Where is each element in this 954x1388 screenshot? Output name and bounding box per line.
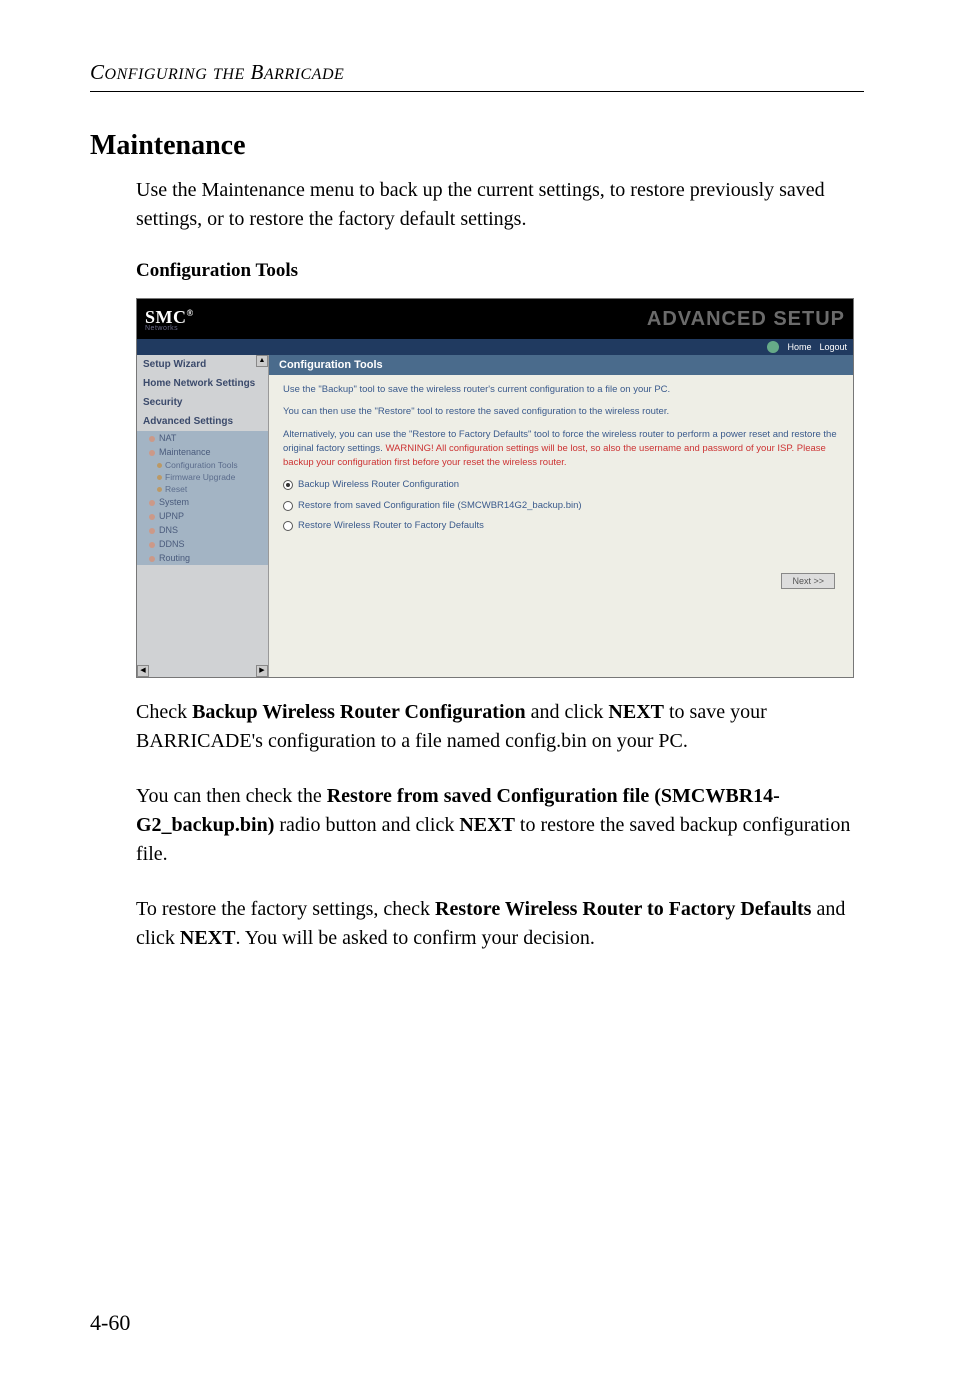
main-line1: Use the "Backup" tool to save the wirele… — [283, 383, 839, 397]
radio-backup[interactable]: Backup Wireless Router Configuration — [283, 478, 839, 492]
para-backup: Check Backup Wireless Router Configurati… — [136, 698, 864, 756]
radio-backup-label: Backup Wireless Router Configuration — [298, 478, 459, 492]
para-factory: To restore the factory settings, check R… — [136, 895, 864, 953]
ss-top-bar: Home Logout — [137, 339, 853, 355]
ss-logo: SMC® — [145, 307, 194, 327]
sidebar-setup-wizard[interactable]: Setup Wizard — [137, 355, 268, 374]
home-icon — [767, 341, 779, 353]
scroll-right-icon[interactable]: ▶ — [256, 665, 268, 677]
ss-sidebar: ▲ Setup Wizard Home Network Settings Sec… — [137, 355, 269, 677]
running-header-text: CONFIGURING THE BARRICADE — [90, 60, 344, 84]
sidebar-config-tools[interactable]: Configuration Tools — [137, 459, 268, 471]
radio-factory[interactable]: Restore Wireless Router to Factory Defau… — [283, 519, 839, 533]
page-number: 4-60 — [90, 1310, 130, 1336]
sidebar-advanced[interactable]: Advanced Settings — [137, 412, 268, 431]
radio-restore[interactable]: Restore from saved Configuration file (S… — [283, 499, 839, 513]
running-header: CONFIGURING THE BARRICADE — [90, 60, 864, 85]
sidebar-routing[interactable]: Routing — [137, 551, 268, 565]
scroll-left-icon[interactable]: ◀ — [137, 665, 149, 677]
home-link[interactable]: Home — [787, 342, 811, 352]
sidebar-maintenance[interactable]: Maintenance — [137, 445, 268, 459]
section-intro: Use the Maintenance menu to back up the … — [136, 176, 864, 234]
next-button[interactable]: Next >> — [781, 573, 835, 589]
ss-logo-block: SMC® Networks — [145, 307, 194, 332]
ss-body: ▲ Setup Wizard Home Network Settings Sec… — [137, 355, 853, 677]
radio-restore-label: Restore from saved Configuration file (S… — [298, 499, 582, 513]
logout-link[interactable]: Logout — [819, 342, 847, 352]
radio-icon — [283, 480, 293, 490]
sidebar-firmware-upgrade[interactable]: Firmware Upgrade — [137, 471, 268, 483]
warning-label: WARNING! — [385, 443, 433, 454]
sidebar-reset[interactable]: Reset — [137, 483, 268, 495]
main-content: Use the "Backup" tool to save the wirele… — [269, 375, 853, 547]
router-screenshot: SMC® Networks ADVANCED SETUP Home Logout… — [136, 298, 854, 678]
section-title: Maintenance — [90, 130, 864, 162]
ss-title-block: ADVANCED SETUP — [647, 308, 845, 331]
main-line3: Alternatively, you can use the "Restore … — [283, 428, 839, 471]
sidebar-ddns[interactable]: DDNS — [137, 537, 268, 551]
ss-main: Configuration Tools Use the "Backup" too… — [269, 355, 853, 677]
ss-header: SMC® Networks ADVANCED SETUP — [137, 299, 853, 339]
sidebar-upnp[interactable]: UPNP — [137, 509, 268, 523]
scroll-up-icon[interactable]: ▲ — [256, 355, 268, 367]
sidebar-security[interactable]: Security — [137, 393, 268, 412]
sidebar-nat[interactable]: NAT — [137, 431, 268, 445]
sidebar-system[interactable]: System — [137, 495, 268, 509]
sidebar-dns[interactable]: DNS — [137, 523, 268, 537]
radio-icon — [283, 521, 293, 531]
main-line2: You can then use the "Restore" tool to r… — [283, 405, 839, 419]
radio-icon — [283, 501, 293, 511]
subsection-title: Configuration Tools — [136, 260, 864, 282]
main-heading: Configuration Tools — [269, 355, 853, 375]
ss-top-title: ADVANCED SETUP — [647, 308, 845, 331]
header-rule — [90, 91, 864, 92]
radio-factory-label: Restore Wireless Router to Factory Defau… — [298, 519, 484, 533]
sidebar-home-network[interactable]: Home Network Settings — [137, 374, 268, 393]
para-restore: You can then check the Restore from save… — [136, 782, 864, 869]
